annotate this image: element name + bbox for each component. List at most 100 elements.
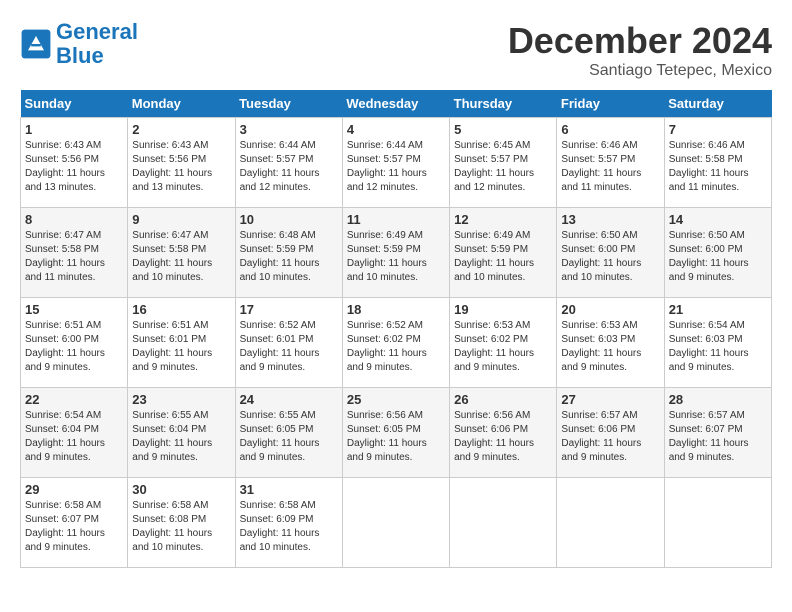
day-info: Sunrise: 6:43 AMSunset: 5:56 PMDaylight:… bbox=[25, 139, 123, 195]
weekday-header-saturday: Saturday bbox=[664, 90, 771, 118]
day-number: 17 bbox=[240, 302, 338, 317]
day-number: 8 bbox=[25, 212, 123, 227]
week-row-1: 1 Sunrise: 6:43 AMSunset: 5:56 PMDayligh… bbox=[21, 118, 772, 208]
day-number: 25 bbox=[347, 392, 445, 407]
day-number: 18 bbox=[347, 302, 445, 317]
day-info: Sunrise: 6:47 AMSunset: 5:58 PMDaylight:… bbox=[25, 229, 123, 285]
weekday-header-thursday: Thursday bbox=[450, 90, 557, 118]
calendar-cell: 4 Sunrise: 6:44 AMSunset: 5:57 PMDayligh… bbox=[342, 118, 449, 208]
calendar-cell: 6 Sunrise: 6:46 AMSunset: 5:57 PMDayligh… bbox=[557, 118, 664, 208]
day-number: 30 bbox=[132, 482, 230, 497]
weekday-header-monday: Monday bbox=[128, 90, 235, 118]
calendar-cell: 15 Sunrise: 6:51 AMSunset: 6:00 PMDaylig… bbox=[21, 298, 128, 388]
calendar-cell: 20 Sunrise: 6:53 AMSunset: 6:03 PMDaylig… bbox=[557, 298, 664, 388]
week-row-2: 8 Sunrise: 6:47 AMSunset: 5:58 PMDayligh… bbox=[21, 208, 772, 298]
day-number: 11 bbox=[347, 212, 445, 227]
calendar-cell: 21 Sunrise: 6:54 AMSunset: 6:03 PMDaylig… bbox=[664, 298, 771, 388]
day-info: Sunrise: 6:46 AMSunset: 5:58 PMDaylight:… bbox=[669, 139, 767, 195]
calendar-cell: 19 Sunrise: 6:53 AMSunset: 6:02 PMDaylig… bbox=[450, 298, 557, 388]
weekday-header-sunday: Sunday bbox=[21, 90, 128, 118]
day-number: 3 bbox=[240, 122, 338, 137]
day-number: 10 bbox=[240, 212, 338, 227]
day-number: 5 bbox=[454, 122, 552, 137]
location-title: Santiago Tetepec, Mexico bbox=[508, 62, 772, 80]
day-number: 9 bbox=[132, 212, 230, 227]
day-number: 7 bbox=[669, 122, 767, 137]
day-info: Sunrise: 6:55 AMSunset: 6:04 PMDaylight:… bbox=[132, 409, 230, 465]
calendar-cell: 29 Sunrise: 6:58 AMSunset: 6:07 PMDaylig… bbox=[21, 478, 128, 568]
day-number: 23 bbox=[132, 392, 230, 407]
day-number: 28 bbox=[669, 392, 767, 407]
calendar-cell: 5 Sunrise: 6:45 AMSunset: 5:57 PMDayligh… bbox=[450, 118, 557, 208]
logo: General Blue bbox=[20, 20, 138, 68]
calendar-cell: 16 Sunrise: 6:51 AMSunset: 6:01 PMDaylig… bbox=[128, 298, 235, 388]
calendar-cell bbox=[342, 478, 449, 568]
logo-icon bbox=[20, 28, 52, 60]
day-info: Sunrise: 6:56 AMSunset: 6:06 PMDaylight:… bbox=[454, 409, 552, 465]
day-info: Sunrise: 6:50 AMSunset: 6:00 PMDaylight:… bbox=[561, 229, 659, 285]
day-info: Sunrise: 6:54 AMSunset: 6:04 PMDaylight:… bbox=[25, 409, 123, 465]
day-number: 20 bbox=[561, 302, 659, 317]
day-number: 1 bbox=[25, 122, 123, 137]
calendar-cell: 7 Sunrise: 6:46 AMSunset: 5:58 PMDayligh… bbox=[664, 118, 771, 208]
day-number: 13 bbox=[561, 212, 659, 227]
day-info: Sunrise: 6:48 AMSunset: 5:59 PMDaylight:… bbox=[240, 229, 338, 285]
day-info: Sunrise: 6:49 AMSunset: 5:59 PMDaylight:… bbox=[454, 229, 552, 285]
weekday-header-wednesday: Wednesday bbox=[342, 90, 449, 118]
calendar-cell: 13 Sunrise: 6:50 AMSunset: 6:00 PMDaylig… bbox=[557, 208, 664, 298]
day-info: Sunrise: 6:57 AMSunset: 6:07 PMDaylight:… bbox=[669, 409, 767, 465]
calendar-cell: 18 Sunrise: 6:52 AMSunset: 6:02 PMDaylig… bbox=[342, 298, 449, 388]
calendar-cell: 17 Sunrise: 6:52 AMSunset: 6:01 PMDaylig… bbox=[235, 298, 342, 388]
day-number: 2 bbox=[132, 122, 230, 137]
day-number: 16 bbox=[132, 302, 230, 317]
day-info: Sunrise: 6:44 AMSunset: 5:57 PMDaylight:… bbox=[347, 139, 445, 195]
calendar-cell: 25 Sunrise: 6:56 AMSunset: 6:05 PMDaylig… bbox=[342, 388, 449, 478]
calendar-cell: 8 Sunrise: 6:47 AMSunset: 5:58 PMDayligh… bbox=[21, 208, 128, 298]
day-info: Sunrise: 6:52 AMSunset: 6:01 PMDaylight:… bbox=[240, 319, 338, 375]
logo-text: General Blue bbox=[56, 20, 138, 68]
day-info: Sunrise: 6:53 AMSunset: 6:02 PMDaylight:… bbox=[454, 319, 552, 375]
calendar-cell: 9 Sunrise: 6:47 AMSunset: 5:58 PMDayligh… bbox=[128, 208, 235, 298]
weekday-header-row: SundayMondayTuesdayWednesdayThursdayFrid… bbox=[21, 90, 772, 118]
calendar-cell: 24 Sunrise: 6:55 AMSunset: 6:05 PMDaylig… bbox=[235, 388, 342, 478]
calendar-cell: 30 Sunrise: 6:58 AMSunset: 6:08 PMDaylig… bbox=[128, 478, 235, 568]
day-info: Sunrise: 6:58 AMSunset: 6:09 PMDaylight:… bbox=[240, 499, 338, 555]
calendar-cell bbox=[450, 478, 557, 568]
page-header: General Blue December 2024 Santiago Tete… bbox=[20, 20, 772, 80]
day-number: 14 bbox=[669, 212, 767, 227]
day-info: Sunrise: 6:57 AMSunset: 6:06 PMDaylight:… bbox=[561, 409, 659, 465]
day-number: 29 bbox=[25, 482, 123, 497]
day-info: Sunrise: 6:53 AMSunset: 6:03 PMDaylight:… bbox=[561, 319, 659, 375]
calendar-cell: 3 Sunrise: 6:44 AMSunset: 5:57 PMDayligh… bbox=[235, 118, 342, 208]
day-number: 31 bbox=[240, 482, 338, 497]
week-row-4: 22 Sunrise: 6:54 AMSunset: 6:04 PMDaylig… bbox=[21, 388, 772, 478]
calendar-cell: 28 Sunrise: 6:57 AMSunset: 6:07 PMDaylig… bbox=[664, 388, 771, 478]
day-info: Sunrise: 6:49 AMSunset: 5:59 PMDaylight:… bbox=[347, 229, 445, 285]
day-info: Sunrise: 6:44 AMSunset: 5:57 PMDaylight:… bbox=[240, 139, 338, 195]
calendar-cell: 2 Sunrise: 6:43 AMSunset: 5:56 PMDayligh… bbox=[128, 118, 235, 208]
day-info: Sunrise: 6:47 AMSunset: 5:58 PMDaylight:… bbox=[132, 229, 230, 285]
calendar-cell: 14 Sunrise: 6:50 AMSunset: 6:00 PMDaylig… bbox=[664, 208, 771, 298]
day-number: 15 bbox=[25, 302, 123, 317]
day-info: Sunrise: 6:54 AMSunset: 6:03 PMDaylight:… bbox=[669, 319, 767, 375]
day-info: Sunrise: 6:45 AMSunset: 5:57 PMDaylight:… bbox=[454, 139, 552, 195]
day-info: Sunrise: 6:56 AMSunset: 6:05 PMDaylight:… bbox=[347, 409, 445, 465]
day-number: 24 bbox=[240, 392, 338, 407]
calendar-table: SundayMondayTuesdayWednesdayThursdayFrid… bbox=[20, 90, 772, 568]
week-row-5: 29 Sunrise: 6:58 AMSunset: 6:07 PMDaylig… bbox=[21, 478, 772, 568]
calendar-cell: 31 Sunrise: 6:58 AMSunset: 6:09 PMDaylig… bbox=[235, 478, 342, 568]
calendar-cell bbox=[557, 478, 664, 568]
day-number: 27 bbox=[561, 392, 659, 407]
calendar-cell: 11 Sunrise: 6:49 AMSunset: 5:59 PMDaylig… bbox=[342, 208, 449, 298]
calendar-cell: 22 Sunrise: 6:54 AMSunset: 6:04 PMDaylig… bbox=[21, 388, 128, 478]
day-number: 19 bbox=[454, 302, 552, 317]
calendar-cell: 10 Sunrise: 6:48 AMSunset: 5:59 PMDaylig… bbox=[235, 208, 342, 298]
day-number: 4 bbox=[347, 122, 445, 137]
title-block: December 2024 Santiago Tetepec, Mexico bbox=[508, 20, 772, 80]
day-number: 12 bbox=[454, 212, 552, 227]
day-info: Sunrise: 6:58 AMSunset: 6:07 PMDaylight:… bbox=[25, 499, 123, 555]
day-info: Sunrise: 6:51 AMSunset: 6:01 PMDaylight:… bbox=[132, 319, 230, 375]
calendar-cell: 1 Sunrise: 6:43 AMSunset: 5:56 PMDayligh… bbox=[21, 118, 128, 208]
day-number: 22 bbox=[25, 392, 123, 407]
day-info: Sunrise: 6:46 AMSunset: 5:57 PMDaylight:… bbox=[561, 139, 659, 195]
